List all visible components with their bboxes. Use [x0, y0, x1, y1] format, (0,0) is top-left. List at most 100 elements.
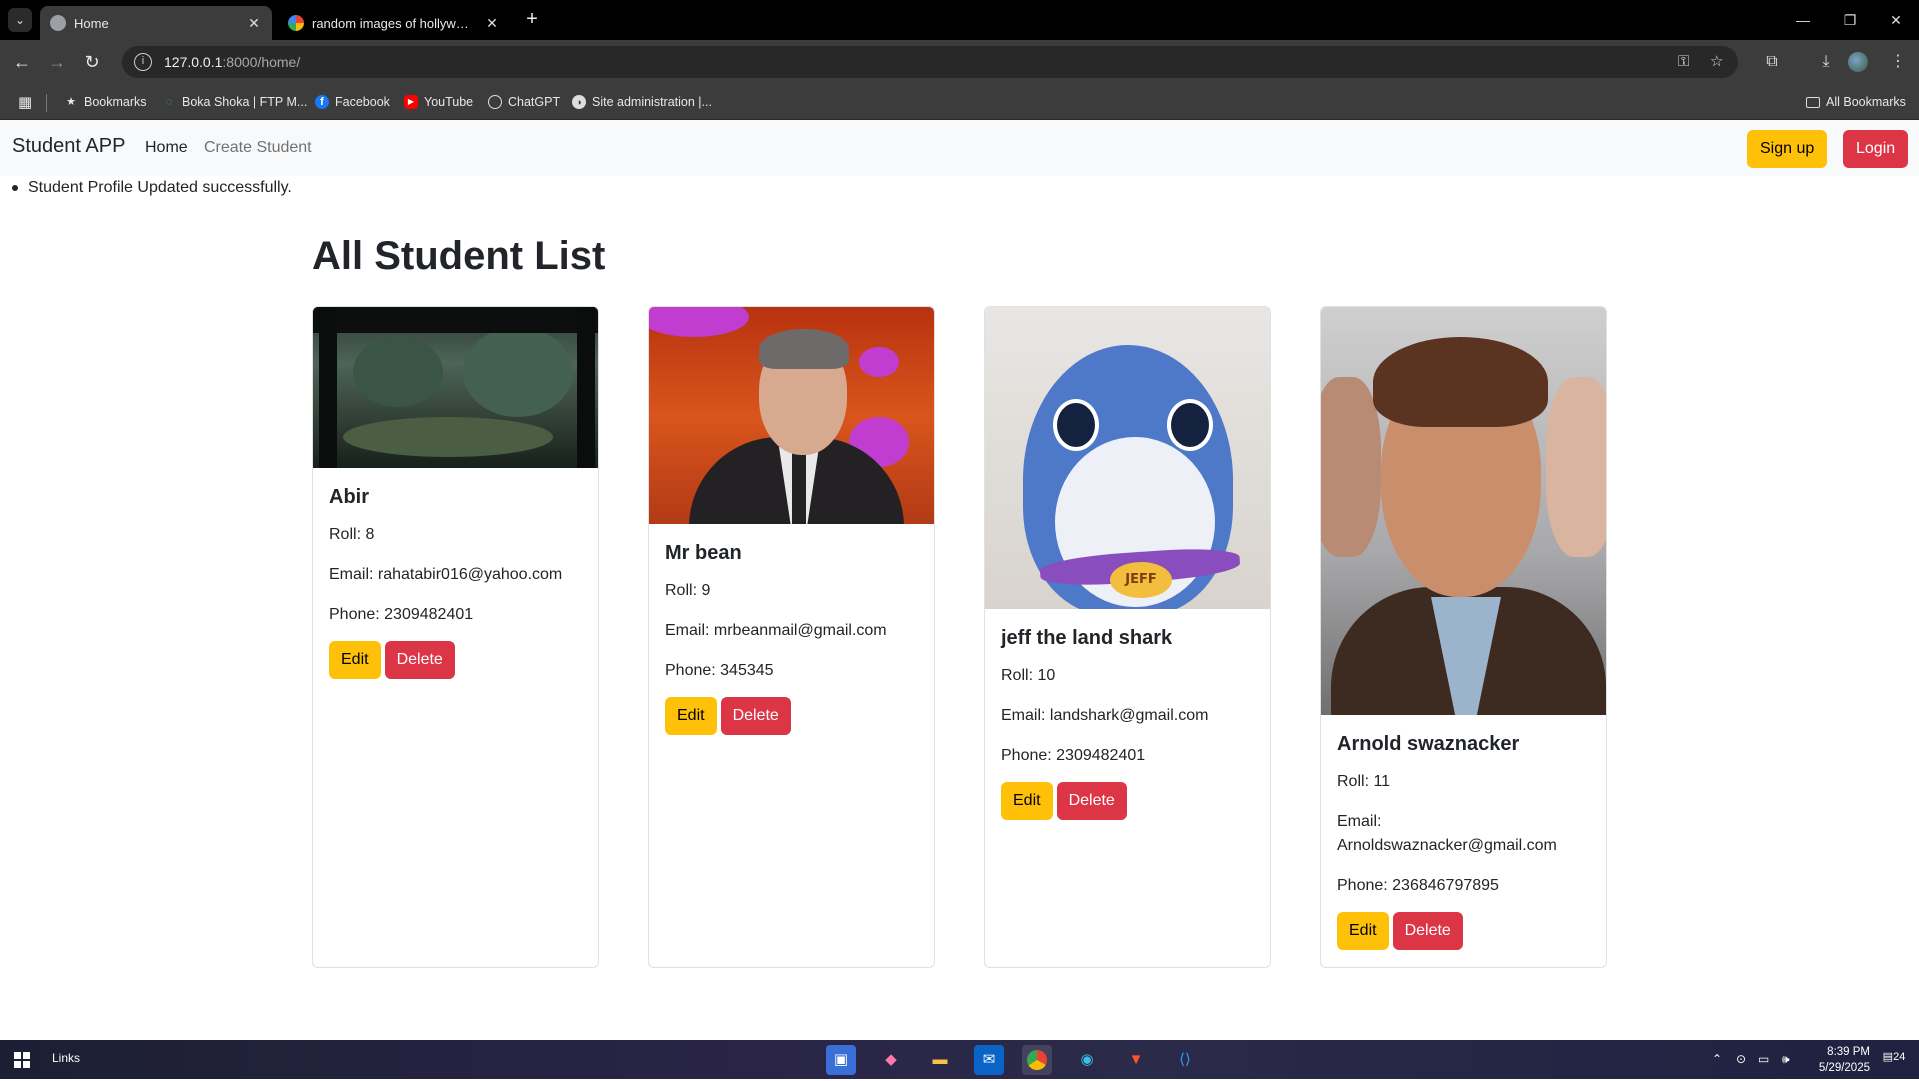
close-tab-icon[interactable]: ✕: [484, 15, 500, 32]
delete-button[interactable]: Delete: [1392, 912, 1463, 950]
ftp-icon: ◌: [165, 96, 173, 108]
windows-start-icon[interactable]: [14, 1052, 30, 1068]
student-card: Abir Roll: 8 Email: rahatabir016@yahoo.c…: [312, 306, 599, 968]
notification-center-icon[interactable]: ▤24: [1880, 1050, 1908, 1070]
bookmark-star-icon[interactable]: ☆: [1710, 46, 1723, 78]
tab-home[interactable]: Home ✕: [40, 6, 272, 40]
tab-search-button[interactable]: ⌄: [8, 8, 32, 32]
password-key-icon[interactable]: ⚿: [1678, 46, 1689, 78]
windows-taskbar: Links ▣ ◆ ▬ ✉ ◉ ▼ ⟨⟩ ⌃ ⊙ ▭ 🕪 8:39 PM 5/2…: [0, 1040, 1919, 1079]
extensions-icon[interactable]: ⧉: [1758, 48, 1786, 76]
bookmark-bookmarks[interactable]: ★ Bookmarks: [64, 84, 147, 120]
folder-icon: [1806, 96, 1820, 108]
onedrive-icon[interactable]: ⊙: [1736, 1040, 1746, 1079]
bullet-icon: [12, 185, 18, 191]
site-info-icon[interactable]: i: [134, 53, 152, 71]
student-name: Abir: [329, 486, 369, 508]
bookmark-site-administration[interactable]: ◑ Site administration |...: [572, 84, 712, 120]
student-roll: Roll: 9: [665, 582, 711, 599]
system-clock[interactable]: 8:39 PM 5/29/2025: [1800, 1044, 1870, 1076]
bookmark-label: Bookmarks: [84, 95, 147, 109]
google-icon: [288, 15, 304, 31]
address-bar[interactable]: i 127.0.0.1:8000/home/ ⚿ ☆: [122, 46, 1738, 78]
links-toolbar[interactable]: Links: [52, 1051, 80, 1065]
tab-label: Home: [74, 15, 109, 31]
bookmark-boka-shoka[interactable]: ◌ Boka Shoka | FTP M...: [162, 84, 308, 120]
nav-link-home[interactable]: Home: [145, 139, 188, 157]
bookmarks-bar: ▦ ★ Bookmarks ◌ Boka Shoka | FTP M... f …: [0, 84, 1919, 120]
volume-icon[interactable]: 🕪: [1782, 1040, 1790, 1079]
flash-message: Student Profile Updated successfully.: [12, 179, 292, 197]
student-roll: Roll: 8: [329, 526, 375, 543]
apps-grid-icon[interactable]: ▦: [18, 84, 32, 120]
download-icon[interactable]: ⤓: [1812, 48, 1840, 76]
student-phone: Phone: 345345: [665, 662, 774, 679]
edit-button[interactable]: Edit: [665, 697, 717, 735]
vscode-icon[interactable]: ⟨⟩: [1170, 1045, 1200, 1075]
globe-icon: [50, 15, 66, 31]
youtube-icon: ▶: [404, 95, 418, 109]
delete-button[interactable]: Delete: [1056, 782, 1127, 820]
network-icon[interactable]: ▭: [1758, 1040, 1769, 1079]
store-icon[interactable]: ▣: [826, 1045, 856, 1075]
site-navbar: Student APP Home Create Student Sign up …: [0, 120, 1919, 176]
student-email-label: Email:: [1337, 813, 1382, 830]
edge-icon[interactable]: ◉: [1072, 1045, 1102, 1075]
shark-collar-tag: JEFF: [1110, 562, 1172, 598]
menu-icon[interactable]: ⋮: [1884, 48, 1912, 76]
nav-link-create-student[interactable]: Create Student: [204, 139, 312, 157]
restore-button[interactable]: ❐: [1827, 0, 1873, 40]
edit-button[interactable]: Edit: [1001, 782, 1053, 820]
login-button[interactable]: Login: [1843, 130, 1909, 168]
bookmark-chatgpt[interactable]: ChatGPT: [488, 84, 560, 120]
bookmark-label: Facebook: [335, 95, 390, 109]
page-title: All Student List: [312, 234, 606, 278]
all-bookmarks-label: All Bookmarks: [1826, 95, 1906, 109]
bookmark-label: YouTube: [424, 95, 474, 109]
bookmark-label: Site administration |...: [592, 95, 712, 109]
chatgpt-icon: [488, 95, 502, 109]
forward-icon[interactable]: →: [43, 48, 71, 76]
student-email-value: Arnoldswaznacker@gmail.com: [1337, 837, 1557, 854]
signup-button[interactable]: Sign up: [1747, 130, 1828, 168]
all-bookmarks[interactable]: All Bookmarks: [1806, 84, 1906, 120]
minimize-button[interactable]: —: [1780, 0, 1826, 40]
star-icon: ★: [66, 96, 76, 108]
brave-icon[interactable]: ▼: [1121, 1045, 1151, 1075]
student-roll: Roll: 10: [1001, 667, 1056, 684]
close-tab-icon[interactable]: ✕: [246, 15, 262, 32]
student-photo: [1321, 307, 1606, 715]
student-email: Email: Arnoldswaznacker@gmail.com: [1337, 810, 1590, 858]
browser-toolbar: ← → ↻ i 127.0.0.1:8000/home/ ⚿ ☆ ⧉ ⤓ ⋮: [0, 40, 1919, 84]
student-photo: [313, 307, 598, 468]
student-phone: Phone: 2309482401: [329, 606, 474, 623]
delete-button[interactable]: Delete: [384, 641, 455, 679]
new-tab-button[interactable]: +: [520, 8, 544, 32]
flash-message-text: Student Profile Updated successfully.: [28, 179, 292, 196]
outlook-icon[interactable]: ✉: [974, 1045, 1004, 1075]
bookmark-facebook[interactable]: f Facebook: [315, 84, 390, 120]
bookmark-youtube[interactable]: ▶ YouTube: [404, 84, 473, 120]
student-card: Arnold swaznacker Roll: 11 Email: Arnold…: [1320, 306, 1607, 968]
brand-logo-text[interactable]: Student APP: [12, 135, 125, 158]
reload-icon[interactable]: ↻: [78, 48, 106, 76]
bookmark-label: Boka Shoka | FTP M...: [182, 95, 308, 109]
file-explorer-icon[interactable]: ▬: [925, 1045, 955, 1075]
copilot-icon[interactable]: ◆: [876, 1045, 906, 1075]
url-host: 127.0.0.1: [164, 54, 223, 70]
tab-label: random images of hollywood a: [312, 15, 476, 31]
student-photo: [649, 307, 934, 524]
back-icon[interactable]: ←: [8, 48, 36, 76]
delete-button[interactable]: Delete: [720, 697, 791, 735]
student-email: Email: landshark@gmail.com: [1001, 707, 1209, 724]
close-window-button[interactable]: ✕: [1873, 0, 1919, 40]
student-email: Email: rahatabir016@yahoo.com: [329, 566, 563, 583]
browser-tab-strip: ⌄ Home ✕ random images of hollywood a ✕ …: [0, 0, 1919, 40]
chrome-icon[interactable]: [1022, 1045, 1052, 1075]
student-card: JEFF jeff the land shark Roll: 10 Email:…: [984, 306, 1271, 968]
edit-button[interactable]: Edit: [329, 641, 381, 679]
profile-avatar[interactable]: [1848, 52, 1868, 72]
tab-google-search[interactable]: random images of hollywood a ✕: [278, 6, 510, 40]
tray-chevron-icon[interactable]: ⌃: [1712, 1040, 1722, 1079]
edit-button[interactable]: Edit: [1337, 912, 1389, 950]
